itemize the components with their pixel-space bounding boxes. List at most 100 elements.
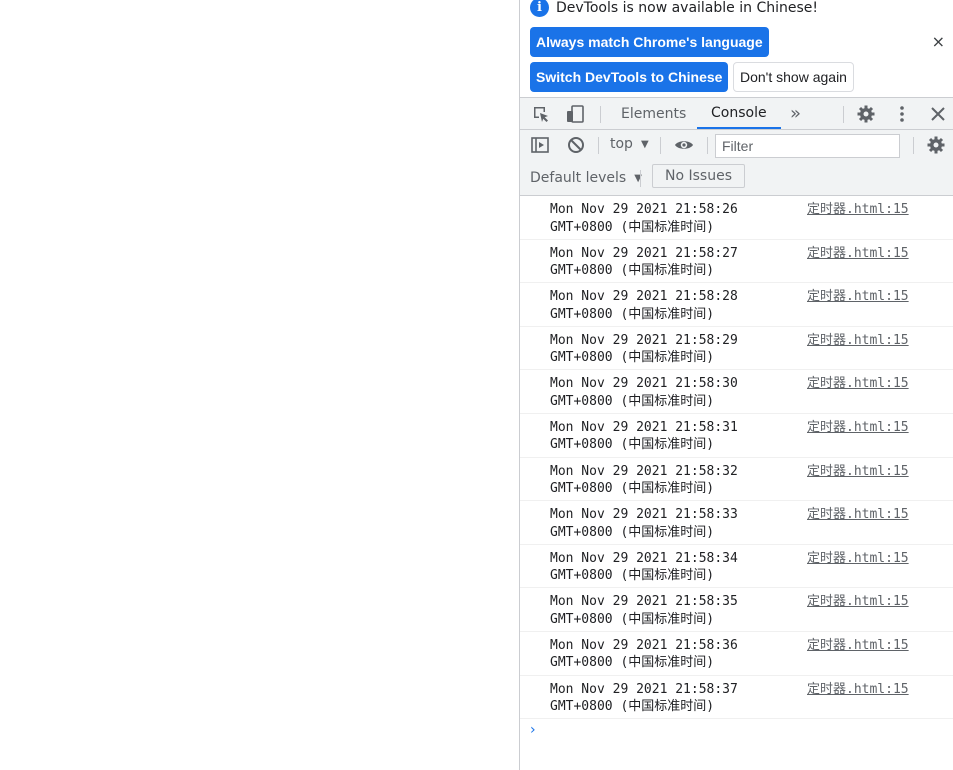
dont-show-again-button[interactable]: Don't show again: [733, 62, 854, 92]
device-toolbar-icon[interactable]: [565, 104, 585, 124]
message-line-timezone: GMT+0800 (中国标准时间): [550, 655, 715, 671]
message-line-date: Mon Nov 29 2021 21:58:32: [550, 463, 738, 479]
console-toolbar: top ▼: [520, 130, 953, 161]
console-message-text: Mon Nov 29 2021 21:58:32 GMT+0800 (中国标准时间…: [550, 463, 738, 498]
message-line-timezone: GMT+0800 (中国标准时间): [550, 611, 715, 627]
console-message-text: Mon Nov 29 2021 21:58:28 GMT+0800 (中国标准时间…: [550, 288, 738, 323]
message-source-link[interactable]: 定时器.html:15: [807, 419, 909, 437]
message-source-link[interactable]: 定时器.html:15: [807, 550, 909, 568]
message-line-timezone: GMT+0800 (中国标准时间): [550, 481, 715, 497]
message-line-date: Mon Nov 29 2021 21:58:34: [550, 550, 738, 566]
console-prompt-icon[interactable]: ›: [530, 722, 536, 738]
infobar-message-row: i DevTools is now available in Chinese!: [530, 0, 818, 17]
switch-to-chinese-button[interactable]: Switch DevTools to Chinese: [530, 62, 729, 92]
message-line-timezone: GMT+0800 (中国标准时间): [550, 393, 715, 409]
show-sidebar-icon[interactable]: [530, 135, 550, 155]
devtools-panel: i DevTools is now available in Chinese! …: [519, 0, 953, 770]
console-message-text: Mon Nov 29 2021 21:58:27 GMT+0800 (中国标准时间…: [550, 245, 738, 280]
console-message: Mon Nov 29 2021 21:58:33 GMT+0800 (中国标准时间…: [520, 501, 953, 545]
default-levels-dropdown[interactable]: Default levels ▼: [530, 170, 642, 186]
console-message-text: Mon Nov 29 2021 21:58:26 GMT+0800 (中国标准时间…: [550, 201, 738, 236]
console-messages: Mon Nov 29 2021 21:58:26 GMT+0800 (中国标准时间…: [520, 196, 953, 720]
message-line-timezone: GMT+0800 (中国标准时间): [550, 699, 715, 715]
console-message: Mon Nov 29 2021 21:58:34 GMT+0800 (中国标准时间…: [520, 545, 953, 589]
chevron-down-icon: ▼: [640, 138, 649, 150]
message-line-date: Mon Nov 29 2021 21:58:26: [550, 202, 738, 217]
console-message: Mon Nov 29 2021 21:58:27 GMT+0800 (中国标准时间…: [520, 240, 953, 284]
message-line-timezone: GMT+0800 (中国标准时间): [550, 350, 715, 366]
more-tabs-icon[interactable]: »: [790, 98, 801, 129]
message-line-date: Mon Nov 29 2021 21:58:30: [550, 376, 738, 392]
message-line-date: Mon Nov 29 2021 21:58:37: [550, 681, 738, 697]
console-message: Mon Nov 29 2021 21:58:30 GMT+0800 (中国标准时间…: [520, 370, 953, 414]
infobar-message: DevTools is now available in Chinese!: [556, 0, 818, 16]
toolbar-separator: [660, 137, 661, 154]
message-line-date: Mon Nov 29 2021 21:58:31: [550, 419, 738, 435]
console-settings-gear-icon[interactable]: [926, 135, 946, 155]
tab-elements[interactable]: Elements: [621, 98, 686, 129]
message-line-timezone: GMT+0800 (中国标准时间): [550, 524, 715, 540]
message-source-link[interactable]: 定时器.html:15: [807, 506, 909, 524]
more-options-icon[interactable]: [892, 104, 912, 124]
console-levels-bar: Default levels ▼ No Issues: [520, 161, 953, 196]
console-message-text: Mon Nov 29 2021 21:58:30 GMT+0800 (中国标准时间…: [550, 375, 738, 410]
context-select-value: top: [610, 136, 633, 152]
console-message: Mon Nov 29 2021 21:58:36 GMT+0800 (中国标准时间…: [520, 632, 953, 676]
message-line-date: Mon Nov 29 2021 21:58:29: [550, 332, 738, 348]
message-line-date: Mon Nov 29 2021 21:58:35: [550, 594, 738, 610]
message-source-link[interactable]: 定时器.html:15: [807, 201, 909, 219]
console-message: Mon Nov 29 2021 21:58:29 GMT+0800 (中国标准时间…: [520, 327, 953, 371]
console-message-text: Mon Nov 29 2021 21:58:35 GMT+0800 (中国标准时间…: [550, 593, 738, 628]
message-line-date: Mon Nov 29 2021 21:58:28: [550, 289, 738, 305]
default-levels-label: Default levels: [530, 170, 627, 186]
console-message-text: Mon Nov 29 2021 21:58:31 GMT+0800 (中国标准时间…: [550, 419, 738, 454]
message-line-date: Mon Nov 29 2021 21:58:27: [550, 245, 738, 261]
toolbar-separator: [913, 137, 914, 154]
devtools-tabbar: Elements Console »: [520, 97, 953, 130]
message-line-timezone: GMT+0800 (中国标准时间): [550, 219, 715, 235]
message-source-link[interactable]: 定时器.html:15: [807, 245, 909, 263]
message-source-link[interactable]: 定时器.html:15: [807, 681, 909, 699]
console-message-text: Mon Nov 29 2021 21:58:29 GMT+0800 (中国标准时间…: [550, 332, 738, 367]
settings-gear-icon[interactable]: [856, 104, 876, 124]
message-line-timezone: GMT+0800 (中国标准时间): [550, 568, 715, 584]
info-icon: i: [530, 0, 549, 17]
message-line-timezone: GMT+0800 (中国标准时间): [550, 263, 715, 279]
no-issues-button[interactable]: No Issues: [652, 164, 745, 188]
toolbar-separator: [707, 137, 708, 154]
message-source-link[interactable]: 定时器.html:15: [807, 637, 909, 655]
message-line-timezone: GMT+0800 (中国标准时间): [550, 306, 715, 322]
tabbar-separator: [843, 106, 844, 123]
eye-icon[interactable]: [674, 135, 694, 155]
console-message: Mon Nov 29 2021 21:58:31 GMT+0800 (中国标准时间…: [520, 414, 953, 458]
message-source-link[interactable]: 定时器.html:15: [807, 332, 909, 350]
message-source-link[interactable]: 定时器.html:15: [807, 288, 909, 306]
console-message-text: Mon Nov 29 2021 21:58:37 GMT+0800 (中国标准时间…: [550, 681, 738, 716]
console-message: Mon Nov 29 2021 21:58:28 GMT+0800 (中国标准时间…: [520, 283, 953, 327]
inspected-page: [0, 0, 519, 770]
console-message: Mon Nov 29 2021 21:58:32 GMT+0800 (中国标准时间…: [520, 458, 953, 502]
clear-console-icon[interactable]: [566, 135, 586, 155]
message-line-date: Mon Nov 29 2021 21:58:36: [550, 637, 738, 653]
console-message-text: Mon Nov 29 2021 21:58:36 GMT+0800 (中国标准时间…: [550, 637, 738, 672]
infobar-close-icon[interactable]: ×: [932, 32, 945, 51]
tabbar-separator: [600, 106, 601, 123]
message-line-timezone: GMT+0800 (中国标准时间): [550, 437, 715, 453]
console-message-text: Mon Nov 29 2021 21:58:34 GMT+0800 (中国标准时间…: [550, 550, 738, 585]
filter-input[interactable]: [715, 134, 900, 158]
console-message: Mon Nov 29 2021 21:58:26 GMT+0800 (中国标准时间…: [520, 196, 953, 240]
context-select[interactable]: top ▼: [610, 136, 649, 152]
console-message-text: Mon Nov 29 2021 21:58:33 GMT+0800 (中国标准时间…: [550, 506, 738, 541]
message-line-date: Mon Nov 29 2021 21:58:33: [550, 507, 738, 523]
inspect-element-icon[interactable]: [531, 104, 551, 124]
always-match-language-button[interactable]: Always match Chrome's language: [530, 27, 769, 57]
console-message: Mon Nov 29 2021 21:58:35 GMT+0800 (中国标准时间…: [520, 588, 953, 632]
tab-console[interactable]: Console: [697, 98, 781, 129]
message-source-link[interactable]: 定时器.html:15: [807, 593, 909, 611]
toolbar-separator: [598, 137, 599, 154]
language-infobar: i DevTools is now available in Chinese! …: [520, 0, 953, 97]
message-source-link[interactable]: 定时器.html:15: [807, 375, 909, 393]
close-devtools-icon[interactable]: [928, 104, 948, 124]
console-message: Mon Nov 29 2021 21:58:37 GMT+0800 (中国标准时间…: [520, 676, 953, 720]
message-source-link[interactable]: 定时器.html:15: [807, 463, 909, 481]
